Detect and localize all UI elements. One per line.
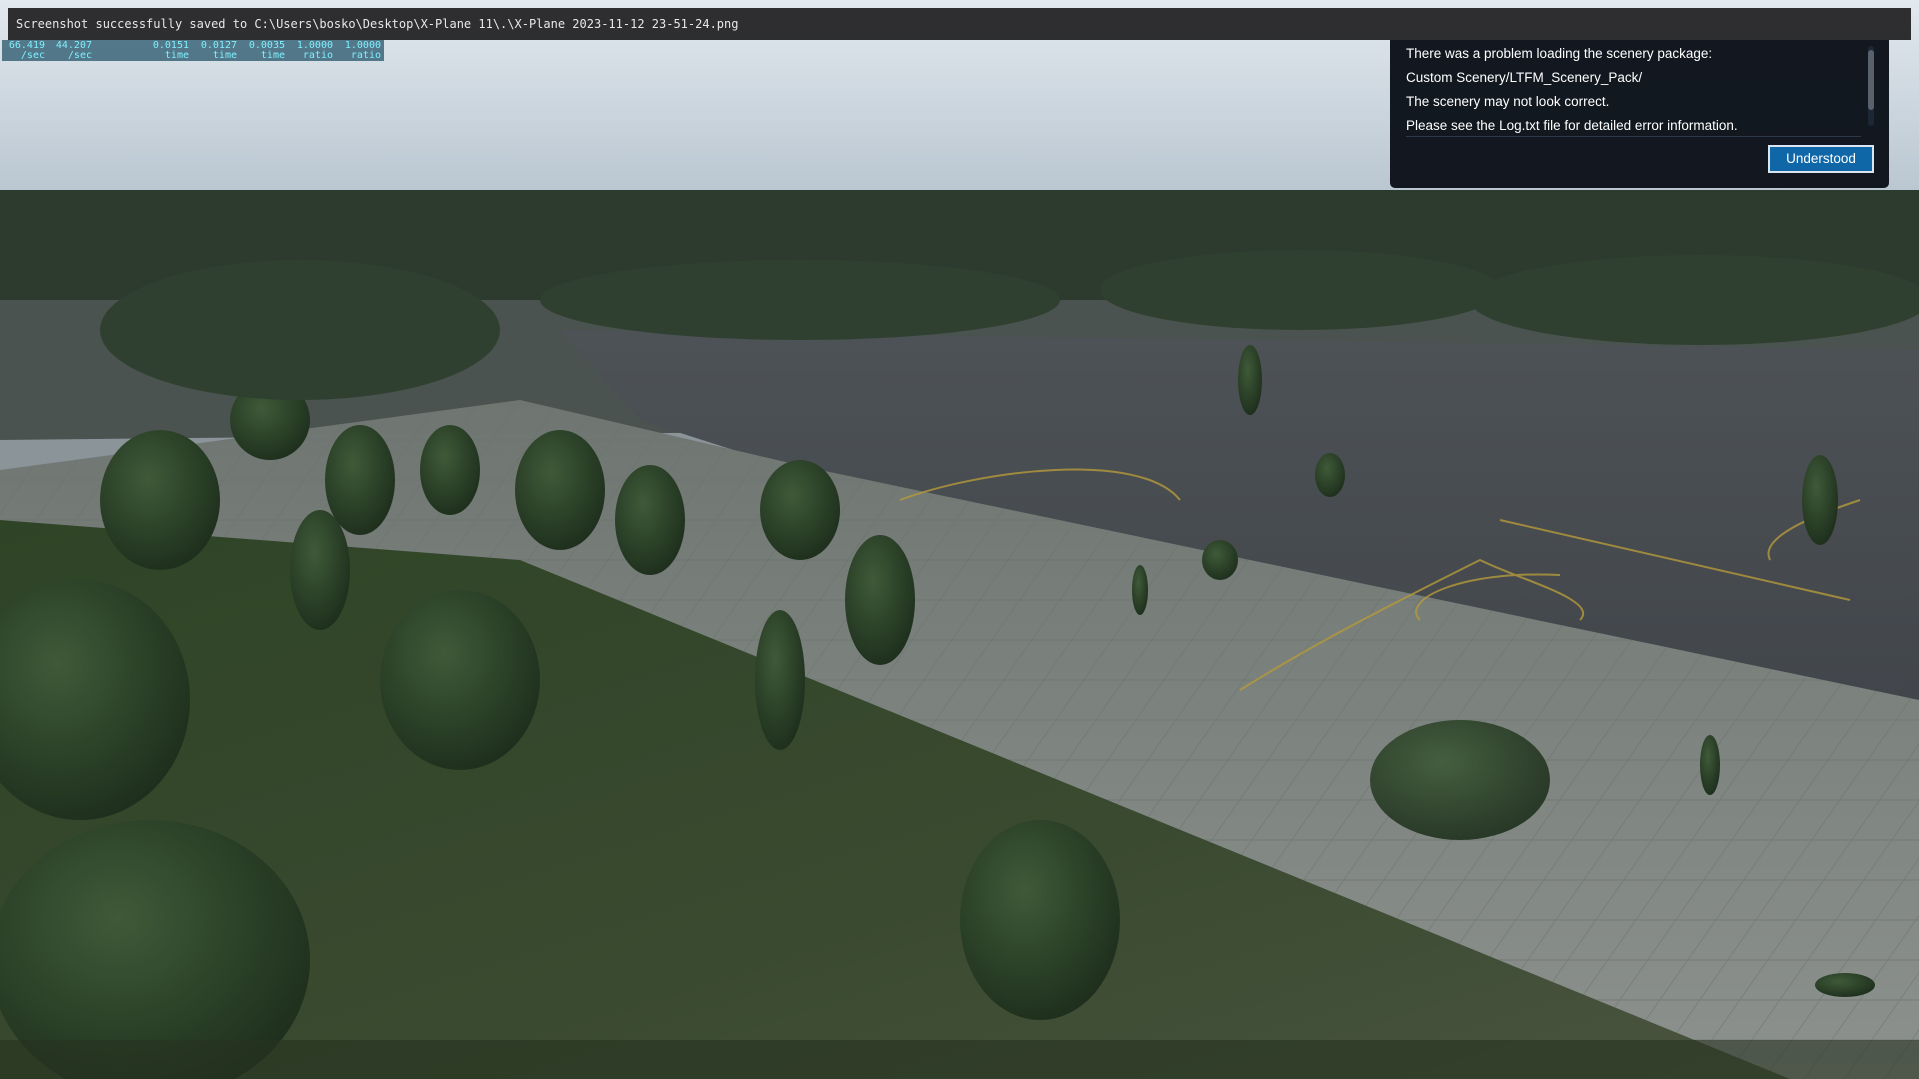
stat-6: 1.0000 ratio <box>344 40 381 61</box>
scenery-error-dialog: There was a problem loading the scenery … <box>1390 40 1889 188</box>
screenshot-notification: Screenshot successfully saved to C:\User… <box>8 8 1911 40</box>
error-message: There was a problem loading the scenery … <box>1406 42 1856 133</box>
stat-0: 66.419/sec <box>8 40 45 61</box>
divider <box>1406 136 1861 137</box>
stat-2: 0.0151 time <box>152 40 189 61</box>
stat-4: 0.0035 time <box>248 40 285 61</box>
error-line: Please see the Log.txt file for detailed… <box>1406 118 1738 133</box>
message-scrollbar[interactable] <box>1868 46 1874 126</box>
stat-1: 44.207/sec <box>55 40 92 61</box>
error-line: Custom Scenery/LTFM_Scenery_Pack/ <box>1406 70 1643 85</box>
error-line: The scenery may not look correct. <box>1406 94 1610 109</box>
stat-5: 1.0000 ratio <box>296 40 333 61</box>
notification-text: Screenshot successfully saved to C:\User… <box>16 17 739 31</box>
understood-button[interactable]: Understood <box>1768 145 1874 173</box>
bottom-shadow <box>0 1040 1919 1079</box>
frame-stats-overlay: 66.419/sec 44.207/sec 0.0151 time 0.0127 t… <box>2 40 384 61</box>
scrollbar-thumb[interactable] <box>1868 50 1874 110</box>
stat-3: 0.0127 time <box>200 40 237 61</box>
error-line: There was a problem loading the scenery … <box>1406 46 1713 61</box>
